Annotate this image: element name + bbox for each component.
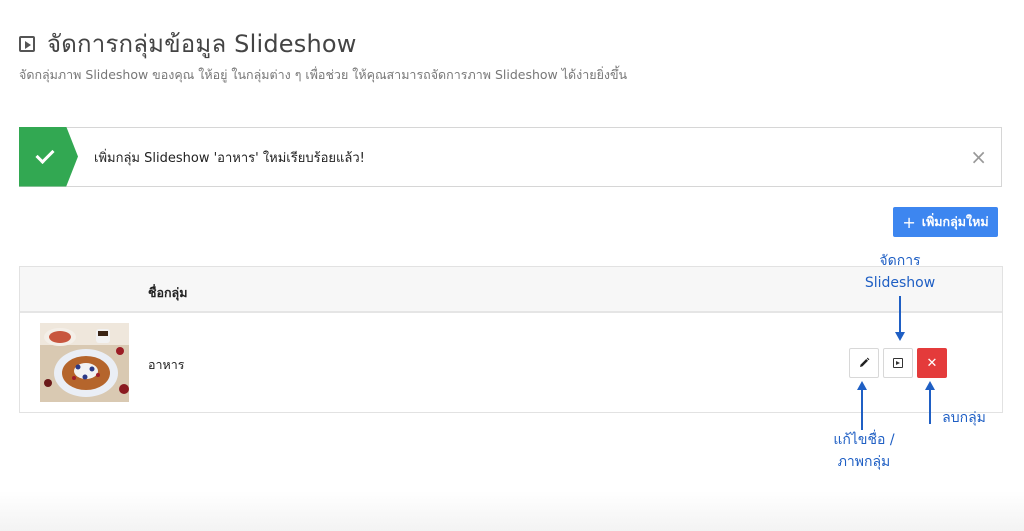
close-icon[interactable]: ×: [970, 147, 987, 167]
group-thumbnail: [40, 323, 129, 402]
plus-icon: +: [902, 212, 916, 232]
add-group-button[interactable]: + เพิ่มกลุ่มใหม่: [893, 207, 998, 237]
annotation-delete-group: ลบกลุ่ม: [942, 410, 986, 426]
slideshow-play-icon: [19, 35, 35, 52]
annotation-manage-line1: จัดการ: [879, 253, 921, 269]
food-photo: [40, 323, 129, 402]
success-alert: เพิ่มกลุ่ม Slideshow 'อาหาร' ใหม่เรียบร้…: [19, 126, 1002, 187]
delete-group-button[interactable]: ✕: [917, 348, 947, 378]
page-subtitle: จัดกลุ่มภาพ Slideshow ของคุณ ให้อยู่ ในก…: [19, 67, 628, 82]
bottom-shadow: [0, 491, 1024, 531]
annotation-edit-line2: ภาพกลุ่ม: [837, 454, 891, 470]
annotation-edit-group: แก้ไขชื่อ / ภาพกลุ่ม: [822, 429, 906, 473]
table-row: อาหาร ✕: [20, 313, 1002, 414]
manage-slideshow-button[interactable]: [883, 348, 913, 378]
annotation-manage-slideshow: จัดการ Slideshow: [852, 250, 948, 294]
slideshow-icon: [893, 358, 903, 368]
add-group-label: เพิ่มกลุ่มใหม่: [921, 214, 989, 229]
alert-check-badge: [19, 126, 78, 187]
annotation-manage-line2: Slideshow: [864, 275, 936, 291]
edit-group-button[interactable]: [849, 348, 879, 378]
page-title: จัดการกลุ่มข้อมูล Slideshow: [47, 30, 357, 58]
annotation-edit-line1: แก้ไขชื่อ /: [833, 432, 895, 448]
delete-x-icon: ✕: [926, 355, 938, 371]
group-name: อาหาร: [148, 357, 185, 372]
page-header: จัดการกลุ่มข้อมูล Slideshow: [19, 24, 357, 63]
check-icon: [34, 144, 55, 165]
column-header-group-name: ชื่อกลุ่ม: [148, 285, 188, 300]
alert-message: เพิ่มกลุ่ม Slideshow 'อาหาร' ใหม่เรียบร้…: [94, 150, 365, 166]
pencil-icon: [860, 357, 870, 367]
